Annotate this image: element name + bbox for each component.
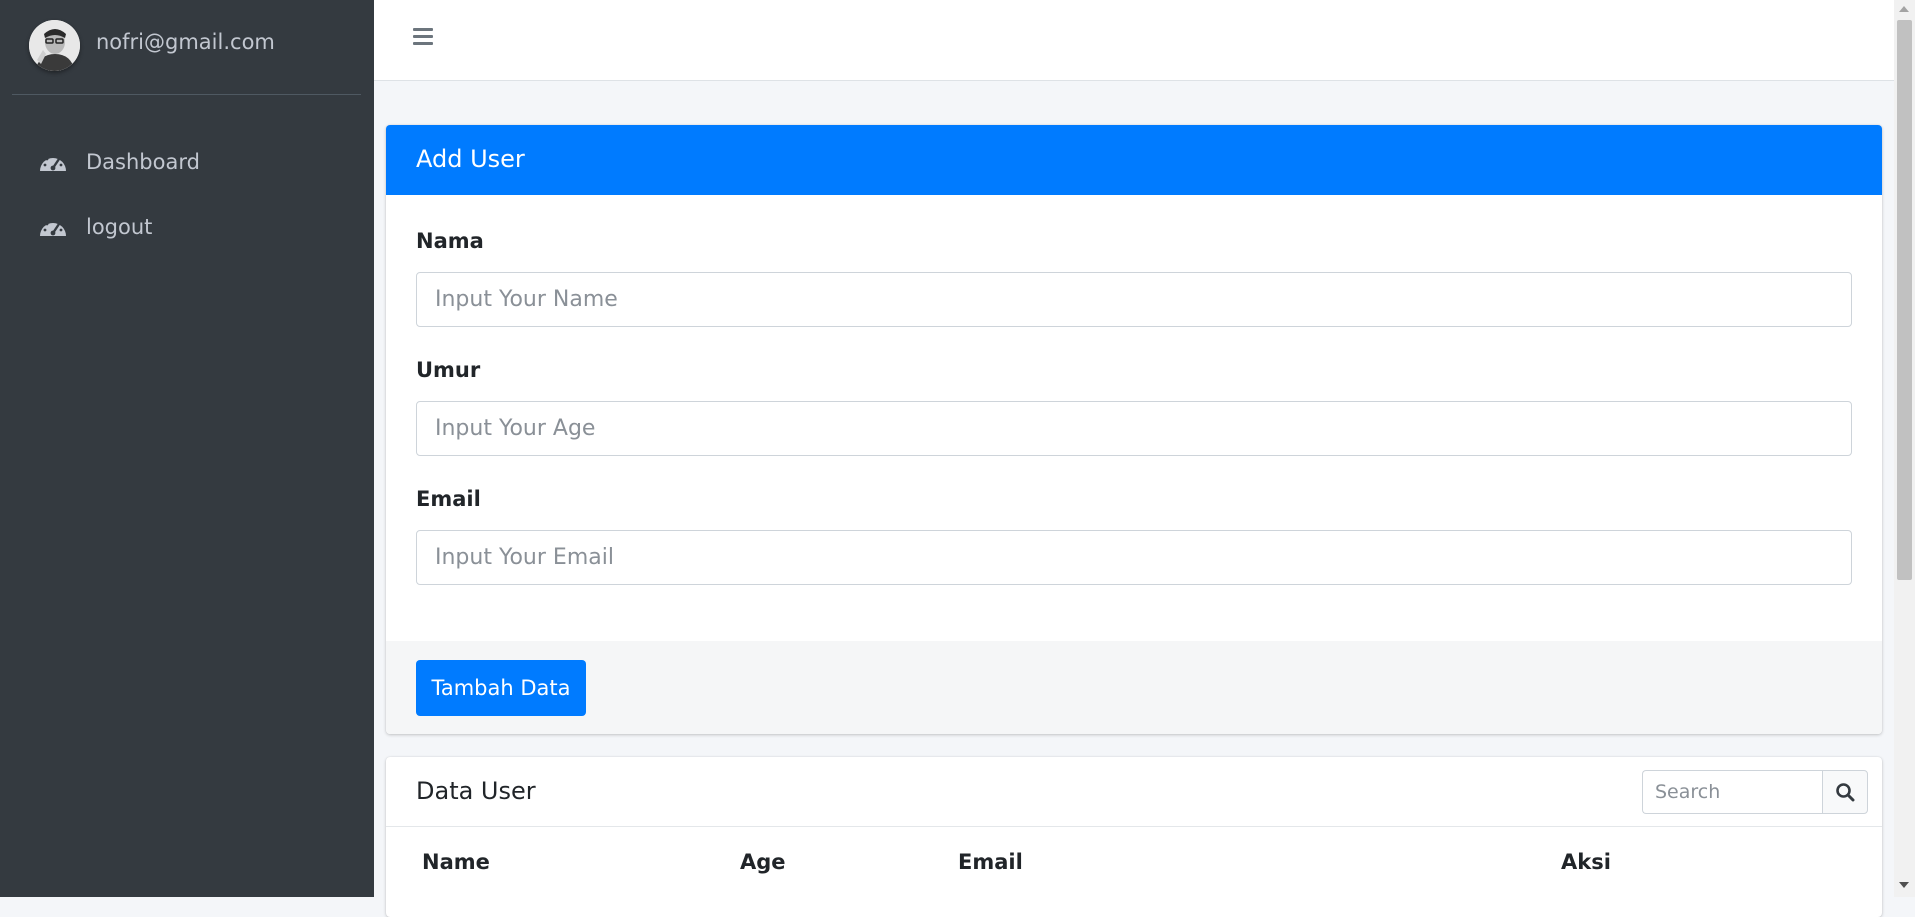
email-label: Email <box>416 487 481 511</box>
name-label: Nama <box>416 229 484 253</box>
age-label: Umur <box>416 358 481 382</box>
card-title: Add User <box>416 145 525 173</box>
sidebar-item-label: logout <box>86 215 153 239</box>
user-avatar[interactable] <box>29 20 80 71</box>
hamburger-icon[interactable] <box>408 22 438 52</box>
scroll-thumb[interactable] <box>1897 20 1912 580</box>
card-header: Data User <box>386 757 1882 827</box>
user-panel: nofri@gmail.com <box>12 0 361 95</box>
column-header-name: Name <box>422 850 490 874</box>
sidebar-item-dashboard[interactable]: Dashboard <box>38 140 358 184</box>
card-footer: Tambah Data <box>386 641 1882 734</box>
sidebar-item-label: Dashboard <box>86 150 200 174</box>
page-scrollbar[interactable] <box>1894 0 1915 897</box>
column-header-actions: Aksi <box>1561 850 1611 874</box>
tachometer-icon <box>38 215 70 239</box>
add-user-card: Add User Nama Umur Email Tambah Data <box>386 125 1882 734</box>
age-input[interactable] <box>416 401 1852 456</box>
scroll-up-arrow[interactable] <box>1899 6 1909 12</box>
top-navbar <box>374 0 1894 81</box>
tachometer-icon <box>38 150 70 174</box>
user-email[interactable]: nofri@gmail.com <box>96 30 275 54</box>
search-input[interactable] <box>1642 770 1822 814</box>
email-input[interactable] <box>416 530 1852 585</box>
name-input[interactable] <box>416 272 1852 327</box>
column-header-age: Age <box>740 850 786 874</box>
add-data-button[interactable]: Tambah Data <box>416 660 586 716</box>
search-button[interactable] <box>1822 770 1868 814</box>
scroll-down-arrow[interactable] <box>1899 882 1909 888</box>
sidebar-item-logout[interactable]: logout <box>38 205 358 249</box>
sidebar: nofri@gmail.com Dashboard logout <box>0 0 374 897</box>
search-icon <box>1836 783 1855 802</box>
card-header: Add User <box>386 125 1882 195</box>
data-user-card: Data User Name Age Email Aksi <box>386 757 1882 917</box>
column-header-email: Email <box>958 850 1023 874</box>
card-title: Data User <box>416 777 536 805</box>
